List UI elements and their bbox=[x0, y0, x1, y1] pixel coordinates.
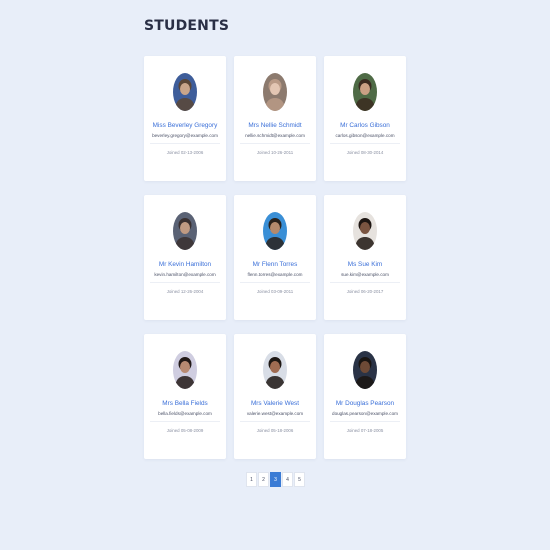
card-divider bbox=[240, 421, 310, 422]
page-button-3[interactable]: 3 bbox=[270, 472, 281, 487]
student-email: nellie.schmidt@example.com bbox=[245, 133, 305, 138]
student-joined-date: Joined 06-20-2017 bbox=[346, 289, 384, 294]
student-email: bella.fields@example.com bbox=[158, 411, 212, 416]
student-name-link[interactable]: Ms Sue Kim bbox=[348, 261, 382, 269]
student-card: Ms Sue Kim sue.kim@example.com Joined 06-2… bbox=[324, 195, 406, 320]
student-avatar[interactable] bbox=[353, 212, 377, 250]
student-name-link[interactable]: Mrs Bella Fields bbox=[162, 400, 207, 408]
student-card: Mrs Valerie West valerie.west@example.com… bbox=[234, 334, 316, 459]
student-joined-date: Joined 10-26-2011 bbox=[256, 150, 294, 155]
page-button-5[interactable]: 5 bbox=[294, 472, 305, 487]
student-card: Mr Douglas Pearson douglas.pearson@exampl… bbox=[324, 334, 406, 459]
card-divider bbox=[150, 421, 220, 422]
student-avatar[interactable] bbox=[263, 351, 287, 389]
page-button-4[interactable]: 4 bbox=[282, 472, 293, 487]
student-avatar[interactable] bbox=[173, 212, 197, 250]
student-email: flenn.torres@example.com bbox=[247, 272, 303, 277]
student-avatar[interactable] bbox=[353, 351, 377, 389]
students-grid: Miss Beverley Gregory beverley.gregory@ex… bbox=[144, 56, 406, 459]
student-card: Mr Carlos Gibson carlos.gibson@example.co… bbox=[324, 56, 406, 181]
student-email: beverley.gregory@example.com bbox=[152, 133, 218, 138]
student-name-link[interactable]: Mr Carlos Gibson bbox=[340, 122, 390, 130]
student-joined-date: Joined 07-18-2005 bbox=[346, 428, 384, 433]
card-divider bbox=[240, 143, 310, 144]
card-divider bbox=[330, 143, 400, 144]
student-email: carlos.gibson@example.com bbox=[335, 133, 395, 138]
student-joined-date: Joined 02-13-2006 bbox=[166, 150, 204, 155]
student-name-link[interactable]: Miss Beverley Gregory bbox=[153, 122, 218, 130]
student-avatar[interactable] bbox=[263, 212, 287, 250]
student-avatar[interactable] bbox=[263, 73, 287, 111]
student-card: Miss Beverley Gregory beverley.gregory@ex… bbox=[144, 56, 226, 181]
pagination: 12345 bbox=[246, 472, 306, 487]
student-card: Mrs Nellie Schmidt nellie.schmidt@example… bbox=[234, 56, 316, 181]
card-divider bbox=[150, 282, 220, 283]
student-email: kevin.hamilton@example.com bbox=[154, 272, 216, 277]
student-joined-date: Joined 12-26-2004 bbox=[166, 289, 204, 294]
student-avatar[interactable] bbox=[353, 73, 377, 111]
student-card: Mr Kevin Hamilton kevin.hamilton@example.… bbox=[144, 195, 226, 320]
page-title: STUDENTS bbox=[144, 18, 230, 34]
card-divider bbox=[330, 421, 400, 422]
student-name-link[interactable]: Mr Douglas Pearson bbox=[336, 400, 394, 408]
student-name-link[interactable]: Mr Flenn Torres bbox=[253, 261, 298, 269]
student-name-link[interactable]: Mr Kevin Hamilton bbox=[159, 261, 211, 269]
student-card: Mrs Bella Fields bella.fields@example.com… bbox=[144, 334, 226, 459]
student-email: sue.kim@example.com bbox=[341, 272, 389, 277]
student-avatar[interactable] bbox=[173, 351, 197, 389]
page-button-1[interactable]: 1 bbox=[246, 472, 257, 487]
student-avatar[interactable] bbox=[173, 73, 197, 111]
student-joined-date: Joined 05-18-2006 bbox=[256, 428, 294, 433]
page-button-2[interactable]: 2 bbox=[258, 472, 269, 487]
card-divider bbox=[240, 282, 310, 283]
student-joined-date: Joined 08-30-2014 bbox=[346, 150, 384, 155]
student-name-link[interactable]: Mrs Nellie Schmidt bbox=[248, 122, 301, 130]
student-email: valerie.west@example.com bbox=[246, 411, 304, 416]
student-joined-date: Joined 03-09-2011 bbox=[256, 289, 294, 294]
card-divider bbox=[150, 143, 220, 144]
student-card: Mr Flenn Torres flenn.torres@example.com J… bbox=[234, 195, 316, 320]
card-divider bbox=[330, 282, 400, 283]
student-email: douglas.pearson@example.com bbox=[332, 411, 398, 416]
student-name-link[interactable]: Mrs Valerie West bbox=[251, 400, 299, 408]
student-joined-date: Joined 05-08-2009 bbox=[166, 428, 204, 433]
